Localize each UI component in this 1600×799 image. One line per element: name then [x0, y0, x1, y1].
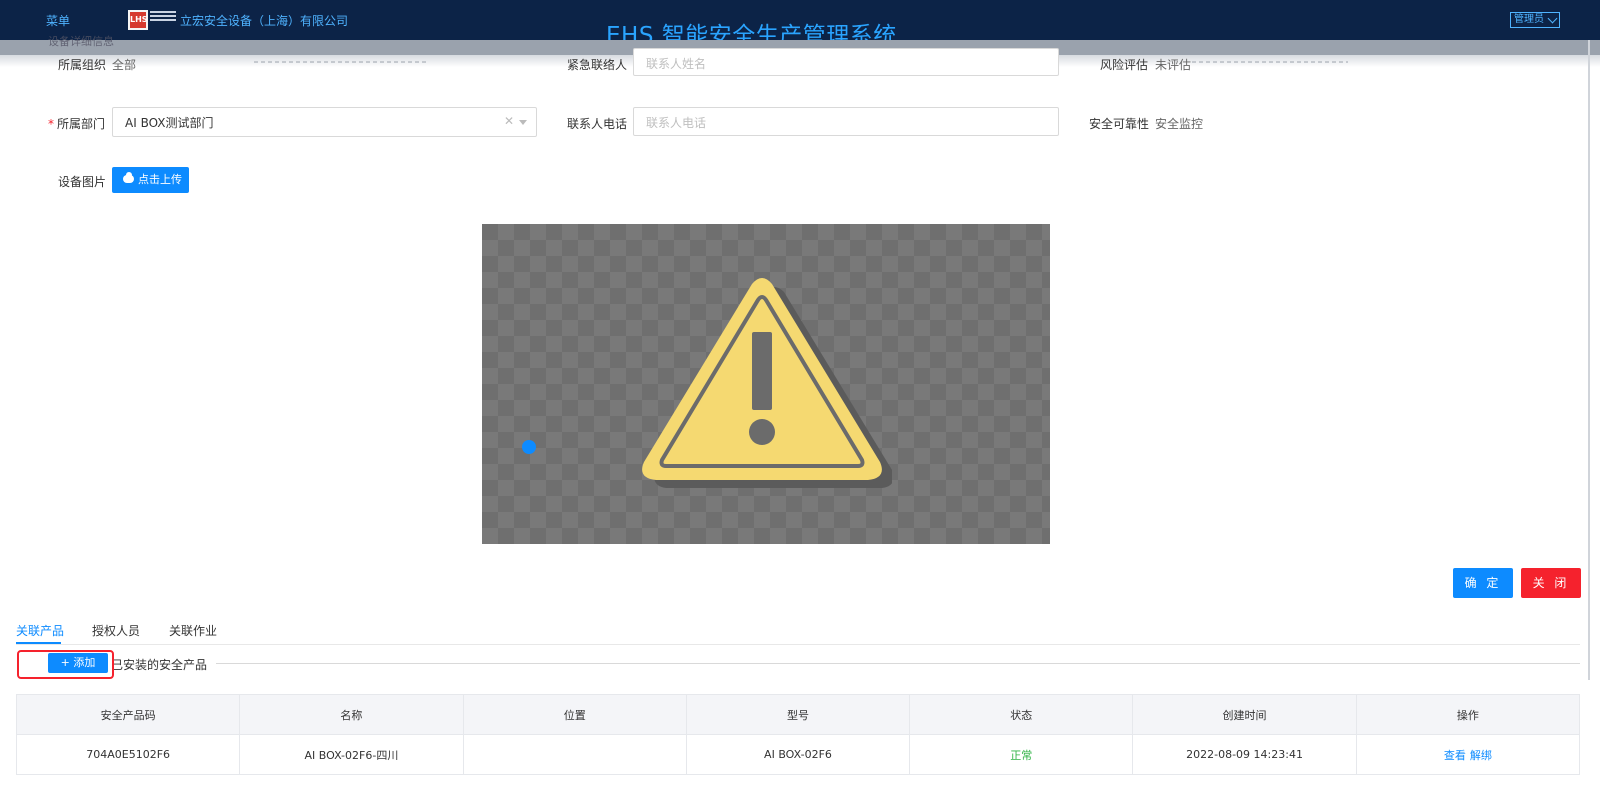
confirm-button[interactable]: 确 定: [1453, 568, 1513, 598]
divider: [254, 61, 426, 63]
column-header: 位置: [462, 694, 687, 735]
highlight-box: [17, 650, 114, 679]
risk-value: 未评估: [1155, 58, 1192, 72]
divider: [1192, 61, 1348, 63]
column-header: 创建时间: [1132, 694, 1357, 735]
column-header: 操作: [1355, 694, 1581, 735]
location-cell: [462, 734, 687, 775]
tab-authorized-personnel[interactable]: 授权人员: [92, 622, 140, 639]
section-heading: 设备详细信息: [48, 35, 114, 48]
close-button[interactable]: 关 闭: [1521, 568, 1581, 598]
products-table: 安全产品码 名称 位置 型号 状态 创建时间 操作 704A0E5102F6 A…: [15, 694, 1581, 775]
product-code-cell: 704A0E5102F6: [15, 734, 241, 775]
product-name-cell: AI BOX-02F6-四川: [239, 734, 464, 775]
section-divider: [216, 663, 1580, 664]
dept-select-value: AI BOX测试部门: [125, 116, 214, 130]
tab-related-jobs[interactable]: 关联作业: [169, 622, 217, 639]
warning-icon: [642, 278, 892, 488]
cloud-upload-icon: [123, 172, 134, 183]
caret-down-icon: [519, 120, 527, 125]
chevron-down-icon: [1547, 13, 1558, 24]
installed-products-title: 已安装的安全产品: [111, 658, 208, 672]
company-name: 立宏安全设备（上海）有限公司: [180, 14, 349, 28]
top-header: 菜单 LHS 立宏安全设备（上海）有限公司 EHS 智能安全生产管理系统 管理员: [0, 0, 1600, 49]
view-link[interactable]: 查看: [1444, 749, 1466, 762]
org-label: 所属组织: [58, 58, 107, 72]
marker-dot: [522, 440, 536, 454]
status-cell: 正常: [909, 734, 1134, 775]
logo-wordmark: [150, 11, 176, 29]
dept-select[interactable]: AI BOX测试部门 ✕: [112, 107, 537, 137]
scrollbar[interactable]: [1588, 40, 1590, 680]
reliability-value: 安全监控: [1155, 117, 1204, 131]
image-preview: [482, 224, 1050, 544]
created-time-cell: 2022-08-09 14:23:41: [1132, 734, 1357, 775]
emergency-contact-input[interactable]: 联系人姓名: [633, 48, 1059, 76]
clear-icon[interactable]: ✕: [504, 114, 514, 128]
org-value: 全部: [112, 58, 137, 72]
risk-label: 风险评估: [1100, 58, 1149, 72]
table-row: 704A0E5102F6 AI BOX-02F6-四川 AI BOX-02F6 …: [15, 734, 1581, 775]
column-header: 状态: [909, 694, 1134, 735]
dept-label: * 所属部门: [48, 117, 106, 131]
operation-cell: 查看 解绑: [1355, 734, 1581, 775]
tab-related-products[interactable]: 关联产品: [16, 622, 64, 639]
model-cell: AI BOX-02F6: [685, 734, 911, 775]
upload-button-label: 点击上传: [138, 173, 182, 186]
reliability-label: 安全可靠性: [1089, 117, 1150, 131]
table-header-row: 安全产品码 名称 位置 型号 状态 创建时间 操作: [15, 694, 1581, 735]
upload-button[interactable]: 点击上传: [112, 167, 189, 193]
column-header: 安全产品码: [15, 694, 241, 735]
tabs-divider: [16, 644, 1580, 645]
column-header: 型号: [685, 694, 911, 735]
contact-phone-label: 联系人电话: [567, 117, 628, 131]
image-label: 设备图片: [58, 175, 107, 189]
unbind-link[interactable]: 解绑: [1470, 749, 1492, 762]
contact-phone-input[interactable]: 联系人电话: [633, 107, 1059, 136]
column-header: 名称: [239, 694, 464, 735]
admin-dropdown[interactable]: 管理员: [1510, 12, 1560, 28]
company-logo: LHS: [128, 10, 148, 30]
admin-label: 管理员: [1514, 14, 1544, 25]
emergency-contact-label: 紧急联络人: [567, 58, 628, 72]
menu-link[interactable]: 菜单: [46, 12, 70, 29]
